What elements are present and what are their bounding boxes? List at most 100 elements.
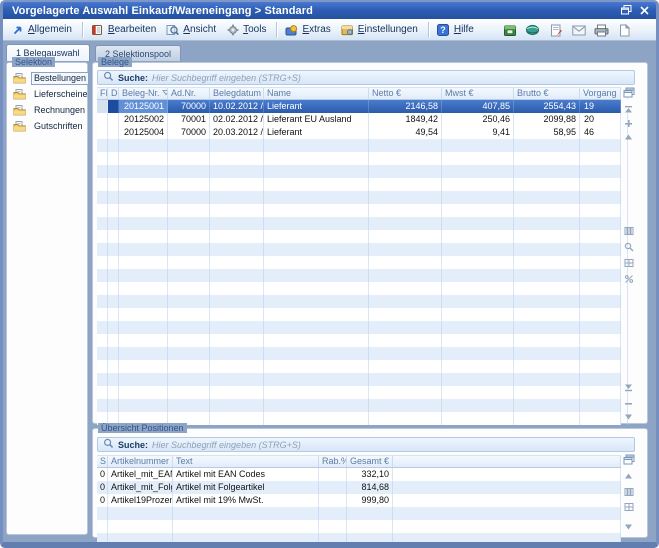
cell bbox=[264, 230, 369, 243]
column-chooser-icon[interactable] bbox=[622, 453, 635, 465]
belege-empty-row bbox=[97, 217, 621, 230]
cell bbox=[319, 533, 347, 546]
menu-item-einstellungen[interactable]: Einstellungen bbox=[337, 21, 424, 38]
belege-table-row[interactable]: 201250017000010.02.2012 /FrLieferant2146… bbox=[97, 100, 621, 113]
cell bbox=[108, 191, 119, 204]
scroll-bottom-icon[interactable] bbox=[622, 381, 635, 393]
belege-column-header-beleg-nr[interactable]: Beleg-Nr. bbox=[119, 88, 168, 99]
cell: 70000 bbox=[168, 126, 210, 139]
menu-item-allgemein[interactable]: Allgemein bbox=[7, 21, 78, 38]
cell bbox=[514, 334, 580, 347]
cell bbox=[97, 139, 108, 152]
positionen-table-row[interactable]: 0Artikel_mit_EANArtikel mit EAN Codes332… bbox=[97, 468, 621, 481]
sidebar-item-lieferscheine[interactable]: Lieferscheine bbox=[13, 87, 91, 101]
belege-header-row: FIDRBeleg-Nr.Ad.Nr.BelegdatumNameNetto €… bbox=[97, 87, 621, 100]
positionen-column-header-artikelnummer[interactable]: Artikelnummer bbox=[108, 456, 173, 467]
window-controls bbox=[621, 6, 650, 16]
menu-item-hilfe[interactable]: ?Hilfe bbox=[433, 21, 480, 38]
cell bbox=[97, 507, 108, 520]
cell bbox=[442, 269, 514, 282]
scroll-down-icon[interactable] bbox=[622, 411, 635, 423]
positionen-column-header-s[interactable]: S bbox=[97, 456, 108, 467]
cell: Lieferant bbox=[264, 126, 369, 139]
scroll-down-icon[interactable] bbox=[622, 521, 635, 533]
cell bbox=[264, 386, 369, 399]
search-icon bbox=[103, 69, 114, 87]
belege-empty-row bbox=[97, 321, 621, 334]
column-chooser-icon[interactable] bbox=[622, 86, 635, 98]
report-icon[interactable] bbox=[548, 23, 563, 38]
belege-column-header-name[interactable]: Name bbox=[264, 88, 369, 99]
grid-icon[interactable] bbox=[622, 257, 635, 269]
window-title: Vorgelagerte Auswahl Einkauf/Wareneingan… bbox=[12, 5, 313, 17]
columns-icon[interactable] bbox=[622, 486, 635, 498]
sidebar-item-rechnungen[interactable]: Rechnungen bbox=[13, 103, 88, 117]
restore-button[interactable] bbox=[621, 6, 632, 16]
positionen-search-label: Suche: bbox=[118, 440, 148, 450]
positionen-column-header-empty[interactable] bbox=[393, 456, 621, 467]
cell bbox=[621, 165, 628, 178]
scroll-plus-icon[interactable] bbox=[622, 117, 635, 129]
positionen-column-header-gesamt[interactable]: Gesamt € bbox=[347, 456, 393, 467]
cell bbox=[108, 139, 119, 152]
cell bbox=[580, 243, 621, 256]
scroll-up-icon[interactable] bbox=[622, 470, 635, 482]
cell bbox=[347, 507, 393, 520]
grid-icon[interactable] bbox=[622, 501, 635, 513]
cell bbox=[514, 256, 580, 269]
arrow-icon bbox=[11, 23, 24, 36]
menu-item-label: Allgemein bbox=[28, 24, 72, 35]
cell bbox=[210, 282, 264, 295]
cell bbox=[369, 256, 442, 269]
cell bbox=[119, 321, 168, 334]
cell: Artikel19Prozent bbox=[108, 494, 173, 507]
columns-icon[interactable] bbox=[622, 225, 635, 237]
positionen-table-row[interactable]: 0Artikel_mit_FolgeartikelArtikel mit Fol… bbox=[97, 481, 621, 494]
print-icon[interactable] bbox=[594, 23, 609, 38]
belege-search-bar[interactable]: Suche: Hier Suchbegriff eingeben (STRG+S… bbox=[97, 70, 635, 85]
menu-item-tools[interactable]: Tools bbox=[222, 21, 272, 38]
belege-column-header-dr[interactable]: DR bbox=[108, 88, 119, 99]
belege-column-header-mwst[interactable]: Mwst € bbox=[442, 88, 514, 99]
positionen-table-row[interactable]: 0Artikel19ProzentArtikel mit 19% MwSt.99… bbox=[97, 494, 621, 507]
cell: 2146,58 bbox=[369, 100, 442, 113]
menu-item-extras[interactable]: Extras bbox=[281, 21, 336, 38]
scroll-minus-icon[interactable] bbox=[622, 397, 635, 409]
scroll-top-icon[interactable] bbox=[622, 103, 635, 115]
belege-column-header-brutto[interactable]: Brutto € bbox=[514, 88, 580, 99]
cell bbox=[369, 152, 442, 165]
belege-table-row[interactable]: 201250027000102.02.2012 /DoLieferant EU … bbox=[97, 113, 621, 126]
cell bbox=[393, 494, 621, 507]
belege-column-header-belegdatum[interactable]: Belegdatum bbox=[210, 88, 264, 99]
belege-column-header-netto[interactable]: Netto € bbox=[369, 88, 442, 99]
cell bbox=[168, 386, 210, 399]
menu-item-ansicht[interactable]: Ansicht bbox=[162, 21, 222, 38]
belege-column-header-ad-nr[interactable]: Ad.Nr. bbox=[168, 88, 210, 99]
folder-icon bbox=[13, 104, 27, 116]
cell bbox=[210, 269, 264, 282]
belege-column-header-fi[interactable]: FI bbox=[97, 88, 108, 99]
mail-icon[interactable] bbox=[571, 23, 586, 38]
sidebar-item-bestellungen[interactable]: Bestellungen bbox=[13, 71, 89, 85]
new-document-icon[interactable] bbox=[617, 23, 632, 38]
percent-icon[interactable] bbox=[622, 273, 635, 285]
positionen-column-header-rab[interactable]: Rab.% bbox=[319, 456, 347, 467]
cell bbox=[97, 308, 108, 321]
belege-column-header-vorgang[interactable]: Vorgang bbox=[580, 88, 621, 99]
cell bbox=[108, 126, 119, 139]
cell bbox=[210, 230, 264, 243]
belege-table-row[interactable]: 201250047000020.03.2012 /DiLieferant49,5… bbox=[97, 126, 621, 139]
menu-item-bearbeiten[interactable]: Bearbeiten bbox=[87, 21, 162, 38]
cell bbox=[514, 386, 580, 399]
close-button[interactable] bbox=[639, 6, 650, 16]
database-icon[interactable] bbox=[502, 23, 517, 38]
sidebar-item-gutschriften[interactable]: Gutschriften bbox=[13, 119, 86, 133]
cell bbox=[210, 178, 264, 191]
globe-icon[interactable] bbox=[525, 23, 540, 38]
positionen-column-header-text[interactable]: Text bbox=[173, 456, 319, 467]
positionen-search-bar[interactable]: Suche: Hier Suchbegriff eingeben (STRG+S… bbox=[97, 437, 635, 452]
magnifier-icon[interactable] bbox=[622, 241, 635, 253]
cell bbox=[108, 533, 173, 546]
scroll-up-icon[interactable] bbox=[622, 131, 635, 143]
cell bbox=[580, 295, 621, 308]
